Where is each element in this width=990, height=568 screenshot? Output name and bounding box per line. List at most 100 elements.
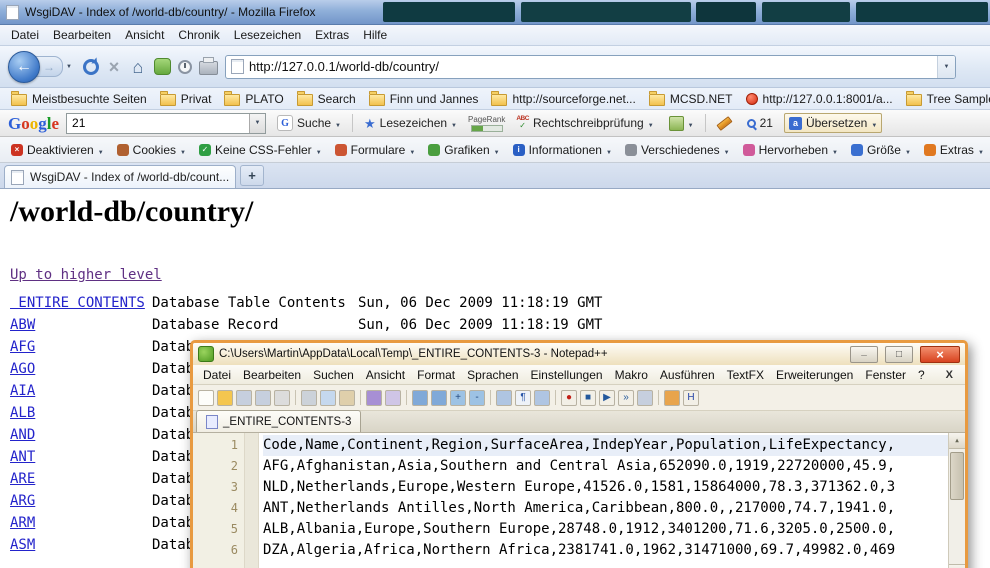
entry-link[interactable]: ANT bbox=[10, 449, 152, 465]
menubar-item[interactable]: Bearbeiten bbox=[46, 26, 118, 44]
menubar-item[interactable]: Datei bbox=[4, 26, 46, 44]
webdev-menu-item[interactable]: Verschiedenes bbox=[619, 141, 736, 159]
toolbar-separator[interactable] bbox=[406, 390, 407, 405]
notepad-menu-item[interactable]: Datei bbox=[197, 367, 237, 383]
webdev-menu-item[interactable]: Hervorheben bbox=[737, 141, 844, 159]
entry-link[interactable]: ARE bbox=[10, 471, 152, 487]
scroll-down-arrow[interactable] bbox=[949, 564, 965, 568]
document-tab[interactable]: _ENTIRE_CONTENTS-3 bbox=[196, 410, 361, 432]
bookmark-item[interactable]: Tree Samples bbox=[901, 90, 990, 108]
webdev-item-caret[interactable] bbox=[978, 143, 984, 157]
translate-caret[interactable] bbox=[871, 116, 877, 130]
autofill-caret[interactable] bbox=[688, 116, 694, 130]
hex-editor-icon[interactable]: H bbox=[683, 390, 699, 406]
toolbar-separator[interactable] bbox=[295, 390, 296, 405]
spellcheck-caret[interactable] bbox=[648, 116, 654, 130]
webdev-item-caret[interactable] bbox=[905, 143, 911, 157]
entry-link[interactable]: ARM bbox=[10, 515, 152, 531]
scrollbar-thumb[interactable] bbox=[950, 452, 964, 500]
open-folder-icon[interactable] bbox=[217, 390, 233, 406]
bookmark-item[interactable]: http://127.0.0.1:8001/a... bbox=[741, 90, 898, 108]
entry-link[interactable]: ASM bbox=[10, 537, 152, 553]
url-text[interactable]: http://127.0.0.1/world-db/country/ bbox=[249, 59, 932, 74]
notepad-menu-item[interactable]: Format bbox=[411, 367, 461, 383]
notepad-menu-item[interactable]: TextFX bbox=[721, 367, 770, 383]
entry-link[interactable]: AFG bbox=[10, 339, 152, 355]
bookmark-item[interactable]: http://sourceforge.net... bbox=[486, 90, 640, 108]
copy-icon[interactable] bbox=[320, 390, 336, 406]
entry-link[interactable]: ABW bbox=[10, 317, 152, 333]
up-level-link[interactable]: Up to higher level bbox=[10, 267, 162, 283]
find-icon[interactable] bbox=[412, 390, 428, 406]
close-document-button[interactable]: X bbox=[946, 369, 961, 381]
notepad-menu-item[interactable]: ? bbox=[912, 367, 931, 383]
notepad-menu-item[interactable]: Ausführen bbox=[654, 367, 721, 383]
undo-icon[interactable] bbox=[366, 390, 382, 406]
entry-link[interactable]: AND bbox=[10, 427, 152, 443]
search-term-button[interactable]: 21 bbox=[743, 114, 777, 132]
webdev-menu-item[interactable]: Größe bbox=[845, 141, 917, 159]
firefox-titlebar[interactable]: WsgiDAV - Index of /world-db/country/ - … bbox=[0, 0, 990, 25]
menubar-item[interactable]: Extras bbox=[308, 26, 356, 44]
pagerank-indicator[interactable]: PageRank bbox=[468, 115, 505, 132]
save-all-icon[interactable] bbox=[255, 390, 271, 406]
webdev-menu-item[interactable]: Grafiken bbox=[422, 141, 505, 159]
maximize-button[interactable] bbox=[885, 346, 913, 363]
webdev-item-caret[interactable] bbox=[832, 143, 838, 157]
new-file-icon[interactable] bbox=[198, 390, 214, 406]
indent-guide-icon[interactable] bbox=[534, 390, 550, 406]
tab-wsgidav[interactable]: WsgiDAV - Index of /world-db/count... bbox=[4, 165, 236, 188]
multi-play-macro-icon[interactable]: » bbox=[618, 390, 634, 406]
menubar-item[interactable]: Lesezeichen bbox=[227, 26, 308, 44]
url-bar[interactable]: http://127.0.0.1/world-db/country/ bbox=[225, 55, 956, 79]
play-macro-icon[interactable]: ▶ bbox=[599, 390, 615, 406]
webdev-menu-item[interactable]: i Informationen bbox=[507, 141, 618, 159]
save-icon[interactable] bbox=[236, 390, 252, 406]
editor-text[interactable]: Code,Name,Continent,Region,SurfaceArea,I… bbox=[259, 433, 965, 568]
save-macro-icon[interactable] bbox=[637, 390, 653, 406]
entry-link[interactable]: ALB bbox=[10, 405, 152, 421]
highlighter-button[interactable] bbox=[713, 118, 736, 129]
webdev-item-caret[interactable] bbox=[724, 143, 730, 157]
word-wrap-icon[interactable] bbox=[496, 390, 512, 406]
entry-link[interactable]: AGO bbox=[10, 361, 152, 377]
redo-icon[interactable] bbox=[385, 390, 401, 406]
vertical-scrollbar[interactable] bbox=[948, 433, 965, 568]
translate-button[interactable]: Übersetzen bbox=[784, 113, 882, 133]
webdev-menu-item[interactable]: Extras bbox=[918, 141, 990, 159]
webdev-menu-item[interactable]: Formulare bbox=[329, 141, 422, 159]
webdev-item-caret[interactable] bbox=[316, 143, 322, 157]
new-tab-button[interactable]: + bbox=[240, 165, 264, 186]
clock-icon[interactable] bbox=[178, 60, 192, 74]
replace-icon[interactable] bbox=[431, 390, 447, 406]
webdev-item-caret[interactable] bbox=[494, 143, 500, 157]
webdev-menu-item[interactable]: Cookies bbox=[111, 141, 192, 159]
stop-button[interactable] bbox=[106, 58, 122, 76]
plugin-icon[interactable] bbox=[664, 390, 680, 406]
close-button[interactable] bbox=[920, 346, 960, 363]
menubar-item[interactable]: Hilfe bbox=[356, 26, 394, 44]
bookmark-item[interactable]: PLATO bbox=[219, 90, 288, 108]
history-dropdown-caret[interactable] bbox=[66, 64, 72, 70]
autofill-button[interactable] bbox=[665, 114, 698, 133]
show-symbols-icon[interactable]: ¶ bbox=[515, 390, 531, 406]
notepad-menu-item[interactable]: Erweiterungen bbox=[770, 367, 859, 383]
entry-link[interactable]: ARG bbox=[10, 493, 152, 509]
toolbar-separator[interactable] bbox=[555, 390, 556, 405]
webdev-item-caret[interactable] bbox=[606, 143, 612, 157]
bookmark-item[interactable]: Meistbesuchte Seiten bbox=[6, 90, 152, 108]
entry-link[interactable]: ENTIRE CONTENTS bbox=[10, 295, 152, 311]
home-button[interactable] bbox=[129, 58, 147, 76]
scroll-up-arrow[interactable] bbox=[949, 433, 965, 449]
zoom-in-icon[interactable]: + bbox=[450, 390, 466, 406]
google-search-box[interactable]: 21 bbox=[66, 113, 266, 134]
webdev-item-caret[interactable] bbox=[180, 143, 186, 157]
google-search-value[interactable]: 21 bbox=[67, 116, 249, 130]
print-button[interactable] bbox=[199, 61, 218, 75]
notepad-titlebar[interactable]: C:\Users\Martin\AppData\Local\Temp\_ENTI… bbox=[193, 343, 965, 365]
stop-macro-icon[interactable]: ■ bbox=[580, 390, 596, 406]
search-history-dropdown[interactable] bbox=[249, 114, 265, 133]
notepad-menu-item[interactable]: Suchen bbox=[307, 367, 360, 383]
google-bookmarks-button[interactable]: Lesezeichen bbox=[360, 114, 461, 132]
bookmarks-caret[interactable] bbox=[451, 116, 457, 130]
